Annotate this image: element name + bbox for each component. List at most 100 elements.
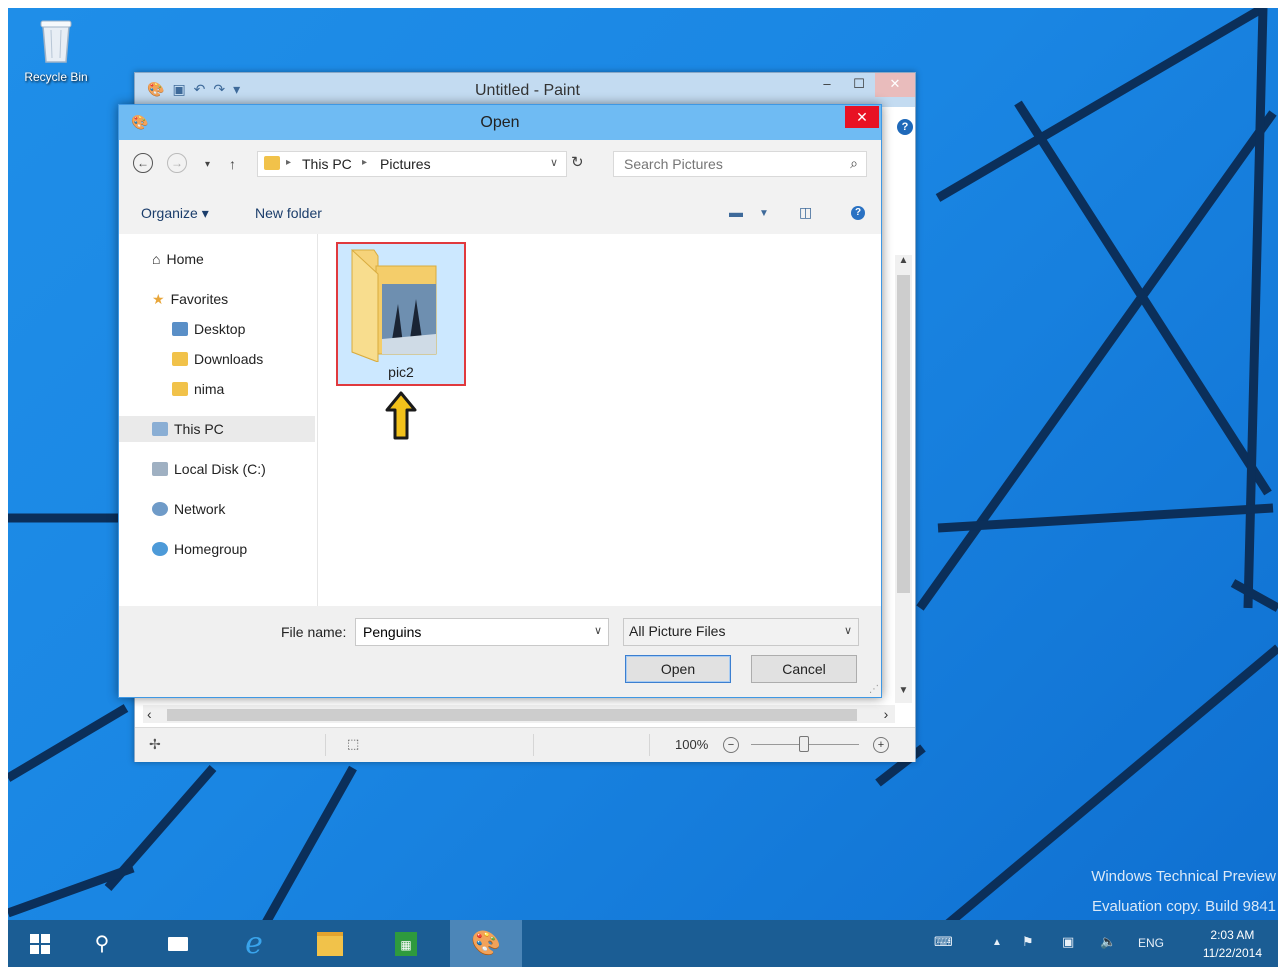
folder-item-pic2[interactable]: pic2 [336, 242, 466, 386]
redo-icon[interactable]: ↷ [213, 81, 225, 98]
taskbar: ⚲ e ▦ 🎨 ⌨ ▲ ⚑ ▣ 🔈 ENG 2:03 AM 11/22/2014 [8, 920, 1278, 967]
nav-this-pc[interactable]: This PC [119, 416, 315, 442]
nav-nima-label: nima [194, 381, 225, 397]
recycle-bin[interactable]: Recycle Bin [12, 16, 100, 84]
organize-button[interactable]: Organize ▾ [141, 205, 209, 222]
customize-qat-icon[interactable]: ▾ [233, 81, 240, 98]
paint-app-icon[interactable]: 🎨 [147, 81, 164, 98]
input-language[interactable]: ENG [1138, 936, 1164, 950]
paint-help-icon[interactable]: ? [897, 119, 913, 135]
homegroup-icon [152, 542, 168, 556]
breadcrumb-this-pc[interactable]: This PC [302, 156, 352, 172]
forward-icon[interactable]: → [167, 153, 187, 173]
nav-nima[interactable]: nima [172, 376, 224, 402]
open-dialog: 🎨 Open ✕ ← → ▾ ↑ ▸ This PC ▸ Pictures ∨ … [118, 104, 882, 698]
home-icon: ⌂ [152, 251, 161, 267]
nav-network[interactable]: Network [152, 496, 225, 522]
cancel-button[interactable]: Cancel [751, 655, 857, 683]
store-button[interactable]: ▦ [382, 920, 430, 967]
nav-homegroup-label: Homegroup [174, 541, 248, 557]
touch-keyboard-icon[interactable]: ⌨ [934, 934, 953, 950]
canvas-vertical-scrollbar[interactable]: ▲ ▼ [895, 255, 912, 703]
back-icon[interactable]: ← [133, 153, 153, 173]
file-list: pic2 [318, 234, 881, 606]
dialog-navigation-bar: ← → ▾ ↑ ▸ This PC ▸ Pictures ∨ ↻ ⌕ [119, 140, 881, 190]
show-hidden-icons-icon[interactable]: ▲ [992, 937, 1002, 948]
file-name-combobox[interactable]: ∨ [355, 618, 609, 646]
change-view-icon[interactable]: ▬ [729, 204, 743, 220]
dialog-close-button[interactable]: ✕ [845, 106, 879, 128]
minimize-button[interactable]: – [811, 73, 843, 97]
watermark-line-2: Evaluation copy. Build 9841 [1091, 898, 1276, 915]
zoom-in-icon[interactable]: + [873, 737, 889, 753]
paint-taskbar-button[interactable]: 🎨 [450, 920, 522, 967]
dialog-footer: File name: ∨ All Picture Files ∨ Open Ca… [119, 606, 881, 697]
nav-desktop-label: Desktop [194, 321, 246, 337]
selection-size-icon: ⬚ [347, 736, 360, 751]
internet-explorer-button[interactable]: e [230, 920, 278, 967]
up-icon[interactable]: ↑ [229, 156, 236, 172]
paint-titlebar: 🎨 ▣ ↶ ↷ ▾ Untitled - Paint – ☐ ✕ [135, 73, 915, 107]
nav-home-label: Home [166, 251, 204, 267]
nav-homegroup[interactable]: Homegroup [152, 536, 247, 562]
cursor-position-icon: ✢ [149, 736, 161, 752]
refresh-icon[interactable]: ↻ [571, 153, 584, 171]
clock[interactable]: 2:03 AM 11/22/2014 [1203, 926, 1262, 962]
folder-icon [172, 382, 188, 396]
status-divider [533, 734, 534, 756]
task-view-button[interactable] [154, 920, 202, 967]
action-center-flag-icon[interactable]: ⚑ [1022, 934, 1034, 950]
preview-pane-icon[interactable]: ◫ [799, 204, 812, 221]
address-bar[interactable]: ▸ This PC ▸ Pictures ∨ [257, 151, 567, 177]
file-name-label: File name: [281, 624, 347, 640]
vertical-scroll-thumb[interactable] [897, 275, 910, 593]
search-icon[interactable]: ⌕ [850, 155, 858, 172]
paint-window-controls: – ☐ ✕ [811, 73, 915, 97]
watermark-line-1: Windows Technical Preview [1091, 868, 1276, 885]
resize-grip-icon[interactable]: ⋰ [869, 684, 879, 695]
search-button[interactable]: ⚲ [78, 920, 126, 967]
address-dropdown-icon[interactable]: ∨ [550, 156, 558, 169]
file-name-dropdown-icon[interactable]: ∨ [594, 624, 602, 637]
breadcrumb-chevron-icon[interactable]: ▸ [286, 157, 291, 168]
network-tray-icon[interactable]: ▣ [1062, 934, 1074, 950]
maximize-button[interactable]: ☐ [843, 73, 875, 97]
undo-icon[interactable]: ↶ [194, 81, 206, 98]
nav-favorites[interactable]: ★ Favorites [152, 286, 228, 312]
view-options-dropdown-icon[interactable]: ▼ [759, 208, 769, 219]
file-type-select[interactable]: All Picture Files ∨ [623, 618, 859, 646]
nav-this-pc-label: This PC [174, 421, 224, 437]
nav-desktop[interactable]: Desktop [172, 316, 245, 342]
paint-icon: 🎨 [471, 930, 501, 957]
scroll-up-icon[interactable]: ▲ [895, 255, 912, 273]
nav-downloads[interactable]: Downloads [172, 346, 263, 372]
folder-icon [351, 248, 437, 362]
file-explorer-button[interactable] [306, 920, 354, 967]
scroll-left-icon[interactable]: ‹ [147, 706, 152, 722]
scroll-right-icon[interactable]: › [877, 706, 895, 722]
help-icon[interactable]: ? [851, 206, 865, 220]
paint-close-button[interactable]: ✕ [875, 73, 915, 97]
breadcrumb-pictures[interactable]: Pictures [380, 156, 431, 172]
search-input[interactable] [622, 155, 836, 173]
open-button[interactable]: Open [625, 655, 731, 683]
canvas-horizontal-scrollbar[interactable]: ‹ › [143, 705, 895, 723]
status-divider [325, 734, 326, 756]
zoom-slider-knob[interactable] [799, 736, 809, 752]
nav-home[interactable]: ⌂ Home [152, 246, 204, 272]
scroll-down-icon[interactable]: ▼ [895, 685, 912, 703]
file-type-dropdown-icon[interactable]: ∨ [844, 624, 852, 637]
zoom-out-icon[interactable]: − [723, 737, 739, 753]
new-folder-button[interactable]: New folder [255, 205, 322, 221]
horizontal-scroll-thumb[interactable] [167, 709, 857, 721]
recent-locations-icon[interactable]: ▾ [205, 159, 210, 170]
start-button[interactable] [16, 920, 64, 967]
nav-local-disk[interactable]: Local Disk (C:) [152, 456, 266, 482]
save-icon[interactable]: ▣ [172, 81, 185, 98]
file-name-input[interactable] [361, 623, 575, 641]
search-box[interactable]: ⌕ [613, 151, 867, 177]
breadcrumb-chevron-icon[interactable]: ▸ [362, 157, 367, 168]
pointer-arrow-icon [385, 391, 417, 440]
network-icon [152, 502, 168, 516]
volume-icon[interactable]: 🔈 [1100, 934, 1116, 950]
